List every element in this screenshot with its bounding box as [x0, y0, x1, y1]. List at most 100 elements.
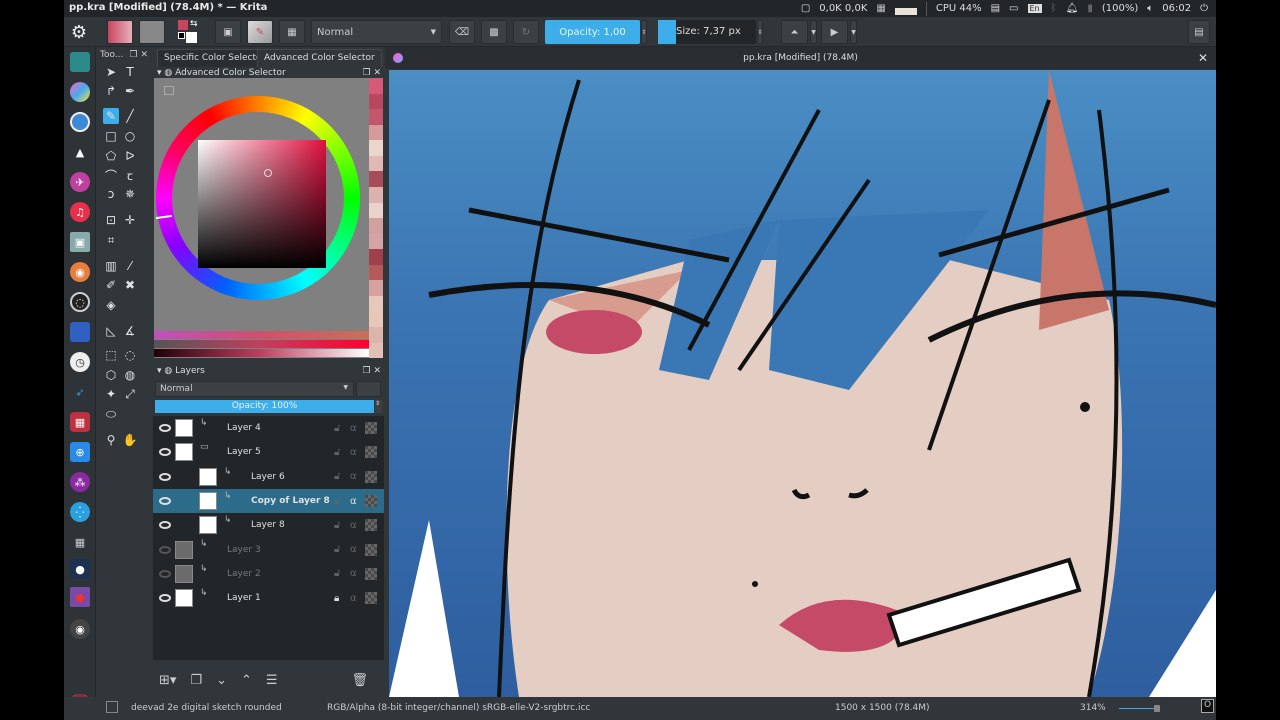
layer-name[interactable]: Copy of Layer 8 — [251, 496, 330, 506]
saturation-value-square[interactable] — [198, 140, 326, 268]
mirror-vertical-icon[interactable]: ▶ — [821, 20, 848, 44]
ellipse-tool-icon[interactable]: ○ — [122, 128, 138, 144]
recorder-app-icon[interactable]: ● — [70, 587, 90, 607]
select-shapes-tool-icon[interactable]: ➤ — [103, 64, 119, 80]
rectangle-tool-icon[interactable]: □ — [103, 128, 119, 144]
alpha-lock-icon[interactable]: α — [350, 447, 357, 458]
polyline-tool-icon[interactable]: ᐅ — [122, 148, 138, 164]
alpha-lock-icon[interactable]: α — [350, 496, 357, 507]
delete-layer-icon[interactable]: 🗑︎ — [352, 673, 369, 688]
colorize-mask-tool-icon[interactable]: ✐ — [103, 277, 119, 293]
inherit-alpha-icon[interactable] — [365, 422, 377, 435]
layer-filter-dropdown[interactable] — [356, 381, 381, 397]
blender-app-icon[interactable]: ◉ — [70, 262, 90, 282]
text-tool-icon[interactable]: T — [122, 64, 138, 80]
color-picker-tool-icon[interactable]: ⁄ — [122, 258, 138, 274]
clock[interactable]: 06:02 — [1162, 3, 1191, 14]
unlock-icon[interactable]: 🔓︎ — [334, 544, 340, 555]
layer-blend-mode-select[interactable]: Normal ▼ — [155, 381, 354, 397]
size-slider[interactable]: Size: 7,37 px — [658, 20, 756, 44]
inherit-alpha-icon[interactable] — [365, 567, 377, 580]
gradient-preset-button[interactable] — [107, 20, 133, 44]
browser-app-icon[interactable] — [70, 112, 90, 132]
smart-patch-tool-icon[interactable]: ✖ — [122, 277, 138, 293]
selector-settings-icon[interactable] — [164, 86, 174, 95]
color-swatch[interactable] — [369, 78, 383, 94]
unlock-icon[interactable]: 🔓︎ — [334, 568, 340, 579]
recent-colors-strip[interactable] — [369, 78, 383, 359]
layer-name[interactable]: Layer 4 — [227, 423, 261, 433]
alpha-lock-icon[interactable]: α — [350, 520, 357, 531]
eraser-mode-icon[interactable]: ⌫ — [449, 20, 475, 44]
advanced-color-selector[interactable] — [154, 78, 369, 358]
color-swatch[interactable] — [369, 233, 383, 250]
layer-row[interactable]: ↳ Layer 8 🔓︎ α — [153, 513, 384, 537]
color-swatch[interactable] — [369, 124, 383, 141]
layers-float-close[interactable]: ❐ ✕ — [363, 366, 381, 376]
mirror-horizontal-dropdown[interactable]: ▼ — [810, 20, 817, 44]
move-layer-down-icon[interactable]: ⌄ — [216, 673, 227, 688]
workspace-button[interactable]: ▣ — [215, 20, 241, 44]
background-color[interactable] — [186, 32, 197, 43]
layer-row[interactable]: ↳ Copy of Layer 8 🔓︎ α — [153, 488, 384, 514]
zoom-tool-icon[interactable]: ⚲ — [103, 432, 119, 448]
color-swatch[interactable] — [369, 218, 383, 234]
measure-tool-icon[interactable]: ∡ — [122, 323, 138, 339]
freehand-select-tool-icon[interactable]: ◍ — [122, 367, 138, 383]
color-swatch[interactable] — [369, 109, 383, 125]
unlock-icon[interactable]: 🔓︎ — [334, 496, 340, 507]
mirror-horizontal-icon[interactable]: ⏶ — [781, 20, 808, 44]
keyboard-layout[interactable]: En — [1027, 4, 1042, 13]
multibrush-tool-icon[interactable]: ✵ — [122, 186, 138, 202]
color-swatch[interactable] — [369, 311, 383, 327]
lock-icon[interactable]: 🔒︎ — [334, 593, 339, 604]
display-icon[interactable]: ▭ — [1009, 3, 1018, 14]
drawing-canvas[interactable] — [389, 70, 1216, 697]
bluetooth-icon[interactable]: ᛒ — [1051, 3, 1057, 14]
brush-preset-icon[interactable] — [106, 701, 118, 713]
inherit-alpha-icon[interactable] — [365, 446, 377, 459]
zoom-slider-handle[interactable] — [1154, 705, 1160, 712]
color-swatch[interactable] — [369, 171, 383, 187]
layer-name[interactable]: Layer 6 — [251, 472, 285, 482]
docker-float-close[interactable]: ❐ ✕ — [363, 68, 381, 78]
layer-opacity-spinner[interactable]: ⇕ — [375, 400, 382, 413]
unlock-icon[interactable]: 🔓︎ — [334, 447, 340, 458]
gradient-tool-icon[interactable]: ▥ — [103, 258, 119, 274]
visibility-eye-icon[interactable] — [159, 448, 171, 457]
layer-name[interactable]: Layer 2 — [227, 569, 261, 579]
layer-row[interactable]: ↳ Layer 6 🔓︎ α — [153, 465, 384, 489]
size-spinner[interactable]: ⇕ — [757, 20, 763, 44]
grid-icon[interactable]: ▦ — [876, 3, 885, 14]
git-app-icon[interactable]: ⁂ — [70, 472, 90, 492]
share-app-icon[interactable]: ⁛ — [70, 502, 90, 522]
layer-name[interactable]: Layer 5 — [227, 447, 261, 457]
obs-app-icon[interactable]: ◌ — [70, 292, 90, 312]
pan-tool-icon[interactable]: ✋ — [122, 432, 138, 448]
inkscape-app-icon[interactable]: ▲ — [70, 142, 90, 162]
add-layer-icon[interactable]: ⊞▾ — [159, 673, 176, 688]
value-slider[interactable] — [154, 349, 369, 357]
color-swatch[interactable] — [369, 342, 383, 359]
opacity-slider[interactable]: Opacity: 1,00 — [545, 20, 640, 44]
move-layer-up-icon[interactable]: ⌃ — [241, 673, 252, 688]
rotation-icon[interactable]: O — [1201, 699, 1214, 713]
document-tab[interactable]: pp.kra [Modified] (78.4M) ✕ — [385, 47, 1216, 69]
color-sliders[interactable] — [154, 331, 369, 357]
dynamic-brush-tool-icon[interactable]: ↄ — [103, 186, 119, 202]
inherit-alpha-icon[interactable] — [365, 592, 377, 605]
settings-gear-icon[interactable]: ⚙ — [68, 20, 90, 44]
color-swatch[interactable] — [369, 264, 383, 281]
color-swatch[interactable] — [369, 202, 383, 219]
visibility-eye-icon[interactable] — [159, 594, 171, 603]
clock-app-icon[interactable]: ◷ — [70, 352, 90, 372]
fg-bg-color-selector[interactable]: ⇆ — [178, 19, 202, 44]
move-tool-icon[interactable]: ✛ — [122, 212, 138, 228]
office-app-icon[interactable]: ▦ — [70, 412, 90, 432]
layer-opacity-slider[interactable]: Opacity: 100% — [155, 400, 374, 413]
disk-app-icon[interactable]: ◉ — [70, 619, 90, 639]
storage-icon[interactable]: ▤ — [991, 3, 1000, 14]
mirror-vertical-dropdown[interactable]: ▼ — [850, 20, 857, 44]
crop-tool-icon[interactable]: ⌗ — [103, 232, 119, 248]
swap-colors-icon[interactable]: ⇆ — [190, 19, 198, 29]
